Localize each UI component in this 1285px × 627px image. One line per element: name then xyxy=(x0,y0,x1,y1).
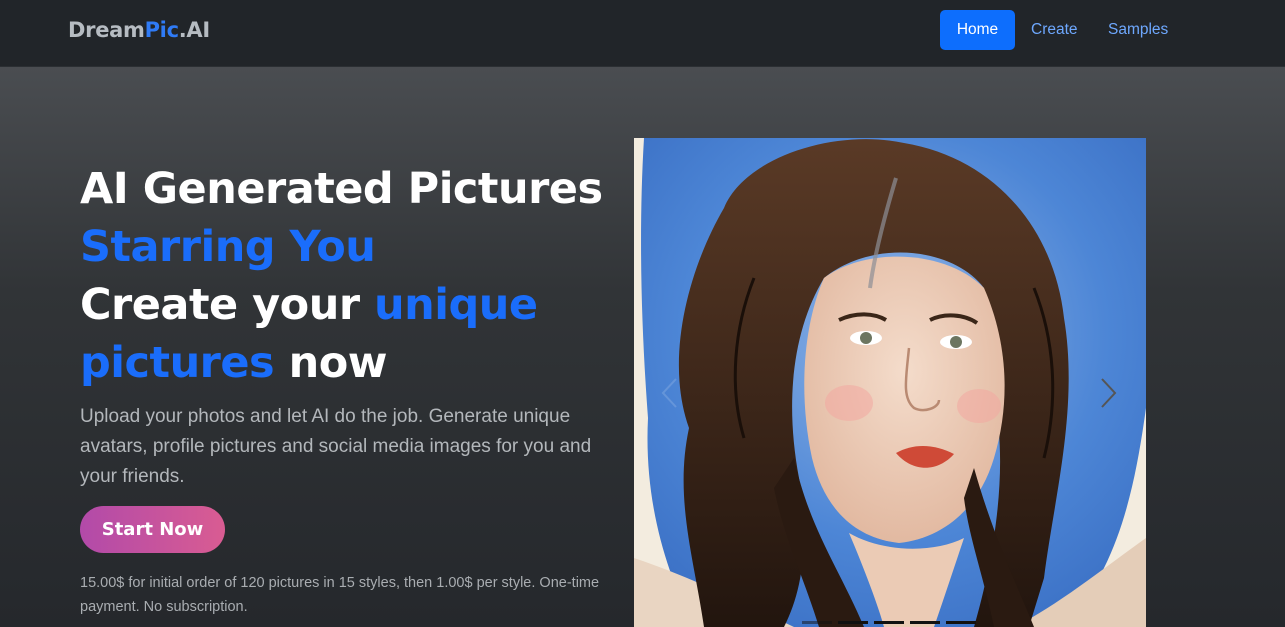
carousel-indicator[interactable] xyxy=(874,621,904,624)
carousel-portrait-image xyxy=(634,138,1146,627)
carousel-indicator[interactable] xyxy=(946,621,976,624)
nav-home-link[interactable]: Home xyxy=(940,10,1015,50)
hero-headline: AI Generated Pictures Starring You Creat… xyxy=(80,160,620,392)
brand-text-dream: Dream xyxy=(68,18,145,42)
carousel-indicator[interactable] xyxy=(802,621,832,624)
carousel-prev-button[interactable] xyxy=(660,376,680,410)
carousel-indicator[interactable] xyxy=(910,621,940,624)
headline-line-2: Starring You xyxy=(80,222,376,272)
headline-line-4a: pictures xyxy=(80,338,275,388)
pricing-note: 15.00$ for initial order of 120 pictures… xyxy=(80,575,600,615)
chevron-right-icon xyxy=(1101,378,1117,408)
nav-create-link[interactable]: Create xyxy=(1031,10,1078,50)
hero-section: AI Generated Pictures Starring You Creat… xyxy=(0,67,1285,627)
start-now-button[interactable]: Start Now xyxy=(80,506,225,553)
headline-line-3a: Create your xyxy=(80,280,374,330)
headline-line-3b: unique xyxy=(374,280,538,330)
brand-text-ai: .AI xyxy=(178,18,210,42)
carousel-indicator[interactable] xyxy=(838,621,868,624)
nav-samples-link[interactable]: Samples xyxy=(1108,10,1168,50)
chevron-left-icon xyxy=(661,378,677,408)
brand-logo[interactable]: DreamPic.AI xyxy=(68,18,210,42)
carousel-next-button[interactable] xyxy=(1098,376,1118,410)
carousel-indicators xyxy=(802,615,982,627)
hero-description: Upload your photos and let AI do the job… xyxy=(80,406,592,487)
headline-line-1: AI Generated Pictures xyxy=(80,164,603,214)
top-navbar: DreamPic.AI Home Create Samples xyxy=(0,0,1285,67)
headline-line-4b: now xyxy=(274,338,388,388)
brand-text-pic: Pic xyxy=(144,18,179,42)
sample-carousel xyxy=(634,138,1146,627)
